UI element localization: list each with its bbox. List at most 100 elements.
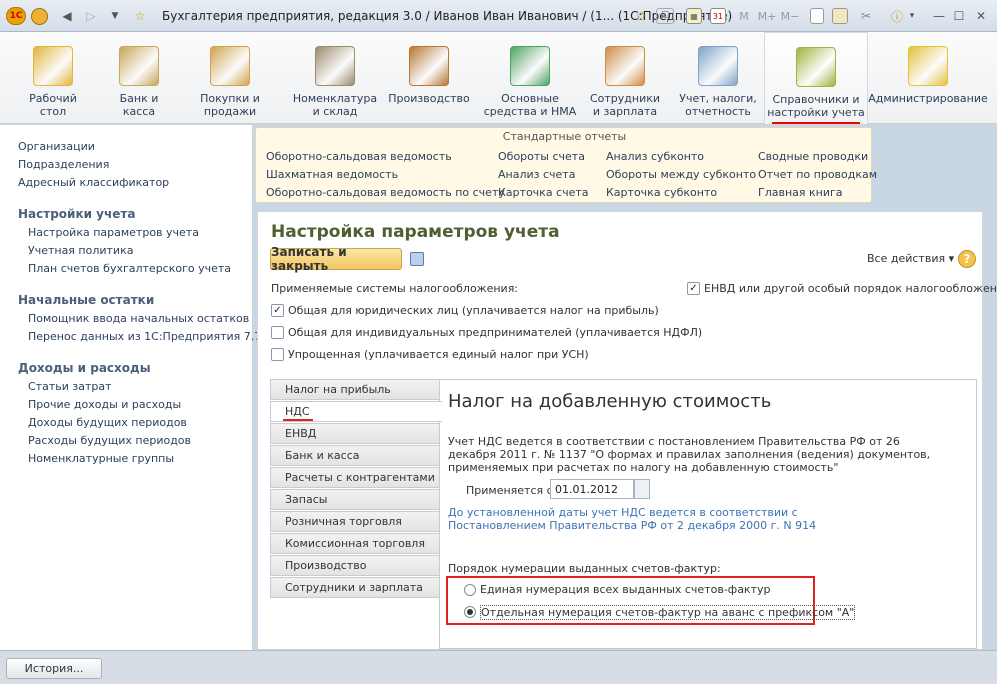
employee-icon	[605, 46, 645, 86]
app-logo-icon[interactable]: 1С	[6, 7, 26, 25]
coins-icon	[119, 46, 159, 86]
separate-numbering-radio[interactable]	[464, 606, 476, 618]
section-desk-lamp[interactable]: Рабочий стол	[10, 32, 96, 124]
main-menu-icon[interactable]	[31, 8, 48, 25]
envd-checkbox[interactable]: ✓	[687, 282, 700, 295]
tab-8[interactable]: Производство	[270, 555, 440, 576]
section-label: Производство	[388, 92, 470, 105]
section-label: Основные средства и НМА	[483, 92, 577, 118]
tax-simplified-checkbox[interactable]	[271, 348, 284, 361]
nav-link-cost-items[interactable]: Статьи затрат	[28, 380, 112, 393]
history-page-icon[interactable]: ☐	[656, 8, 674, 24]
section-label: Учет, налоги, отчетность	[679, 92, 757, 118]
calendar-icon[interactable]: 31	[710, 8, 726, 24]
warehouse-icon	[315, 46, 355, 86]
tab-9[interactable]: Сотрудники и зарплата	[270, 577, 440, 598]
section-factory[interactable]: Основные средства и НМА	[482, 32, 578, 124]
section-coins[interactable]: Банк и касса	[96, 32, 182, 124]
nds-tab-page: Налог на добавленную стоимость Учет НДС …	[439, 379, 977, 649]
history-button[interactable]: История...	[6, 658, 102, 679]
copy-icon[interactable]	[810, 8, 824, 24]
report-link[interactable]: Обороты между субконто	[606, 168, 756, 181]
section-report[interactable]: Учет, налоги, отчетность	[672, 32, 764, 124]
section-binders[interactable]: Справочники и настройки учета	[764, 32, 868, 124]
report-link[interactable]: Анализ счета	[498, 168, 575, 181]
save-and-close-button[interactable]: Записать и закрыть	[270, 245, 402, 273]
tax-general-legal-checkbox[interactable]: ✓	[271, 304, 284, 317]
favorite-star-icon[interactable]: ✩	[632, 6, 650, 26]
nav-link-accounting-policy[interactable]: Учетная политика	[28, 244, 133, 257]
save-icon[interactable]	[410, 252, 424, 266]
nav-link-chart-of-accounts[interactable]: План счетов бухгалтерского учета	[28, 262, 231, 275]
report-link[interactable]: Карточка счета	[498, 186, 589, 199]
report-link[interactable]: Шахматная ведомость	[266, 168, 398, 181]
section-label: Сотрудники и зарплата	[589, 92, 661, 118]
calendar-picker-icon[interactable]	[634, 479, 650, 499]
tax-option-label: Упрощенная (уплачивается единый налог пр…	[288, 348, 589, 361]
close-icon[interactable]: ✕	[974, 6, 988, 26]
nav-link-other-income[interactable]: Прочие доходы и расходы	[28, 398, 181, 411]
report-link[interactable]: Оборотно-сальдовая ведомость	[266, 150, 452, 163]
memory-plus-icon[interactable]: M+	[757, 6, 777, 26]
back-arrow-icon[interactable]: ◀	[58, 6, 76, 26]
all-actions-menu[interactable]: Все действия ▾	[867, 252, 954, 265]
tab-3[interactable]: Банк и касса	[270, 445, 440, 466]
help-icon[interactable]: ?	[958, 250, 976, 268]
tab-0[interactable]: Налог на прибыль	[270, 379, 440, 400]
applies-from-date-input[interactable]: 01.01.2012	[550, 479, 634, 499]
forward-arrow-icon[interactable]: ▷	[82, 6, 100, 26]
server-icon	[908, 46, 948, 86]
info-icon[interactable]: ⓘ	[888, 6, 906, 26]
nav-link-opening-balances-wizard[interactable]: Помощник ввода начальных остатков	[28, 312, 249, 325]
standard-reports-panel: Стандартные отчеты Оборотно-сальдовая ве…	[255, 127, 877, 203]
section-toolbox[interactable]: Производство	[384, 32, 474, 124]
nav-link-organizations[interactable]: Организации	[18, 140, 95, 153]
tab-4[interactable]: Расчеты с контрагентами	[270, 467, 440, 488]
report-link[interactable]: Сводные проводки	[758, 150, 868, 163]
tab-1[interactable]: НДС	[270, 401, 442, 422]
nav-link-departments[interactable]: Подразделения	[18, 158, 109, 171]
desk-lamp-icon	[33, 46, 73, 86]
section-label: Покупки и продажи	[200, 92, 260, 118]
tab-6[interactable]: Розничная торговля	[270, 511, 440, 532]
numbering-option-label: Единая нумерация всех выданных счетов-фа…	[480, 583, 771, 596]
memory-minus-icon[interactable]: M−	[780, 6, 800, 26]
star-icon[interactable]: ☆	[131, 6, 149, 26]
section-label: Номенклатура и склад	[292, 92, 378, 118]
nav-link-deferred-expenses[interactable]: Расходы будущих периодов	[28, 434, 191, 447]
minimize-icon[interactable]: —	[932, 6, 946, 26]
section-truck[interactable]: Покупки и продажи	[182, 32, 278, 124]
report-link[interactable]: Отчет по проводкам	[758, 168, 877, 181]
factory-icon	[510, 46, 550, 86]
single-numbering-radio[interactable]	[464, 584, 476, 596]
paste-icon[interactable]	[832, 8, 848, 24]
report-link[interactable]: Главная книга	[758, 186, 843, 199]
maximize-icon[interactable]: ☐	[952, 6, 966, 26]
tab-7[interactable]: Комиссионная торговля	[270, 533, 440, 554]
nav-link-address-classifier[interactable]: Адресный классификатор	[18, 176, 169, 189]
calculator-icon[interactable]: ▦	[686, 8, 702, 24]
section-employee[interactable]: Сотрудники и зарплата	[578, 32, 672, 124]
info-dropdown-icon[interactable]: ▾	[906, 6, 918, 26]
memory-m-icon[interactable]: M	[738, 6, 750, 26]
nav-link-item-groups[interactable]: Номенклатурные группы	[28, 452, 174, 465]
report-link[interactable]: Обороты счета	[498, 150, 585, 163]
nav-link-data-transfer[interactable]: Перенос данных из 1С:Предприятия 7.7	[28, 330, 261, 343]
before-date-note-link[interactable]: До установленной даты учет НДС ведется в…	[448, 506, 878, 532]
section-warehouse[interactable]: Номенклатура и склад	[288, 32, 382, 124]
report-link[interactable]: Карточка субконто	[606, 186, 717, 199]
report-link[interactable]: Анализ субконто	[606, 150, 704, 163]
scissors-icon[interactable]: ✂	[858, 6, 874, 26]
dropdown-icon[interactable]: ▼	[108, 6, 122, 26]
tab-2[interactable]: ЕНВД	[270, 423, 440, 444]
tab-5[interactable]: Запасы	[270, 489, 440, 510]
nds-title: Налог на добавленную стоимость	[448, 391, 772, 412]
section-server[interactable]: Администрирование	[868, 32, 988, 124]
nav-group-title: Начальные остатки	[18, 293, 155, 307]
report-link[interactable]: Оборотно-сальдовая ведомость по счету	[266, 186, 505, 199]
invoice-numbering-label: Порядок нумерации выданных счетов-фактур…	[448, 562, 721, 575]
navigation-panel: Организации Подразделения Адресный класс…	[0, 125, 261, 650]
tax-general-ip-checkbox[interactable]	[271, 326, 284, 339]
nav-link-deferred-income[interactable]: Доходы будущих периодов	[28, 416, 187, 429]
nav-link-accounting-params[interactable]: Настройка параметров учета	[28, 226, 199, 239]
